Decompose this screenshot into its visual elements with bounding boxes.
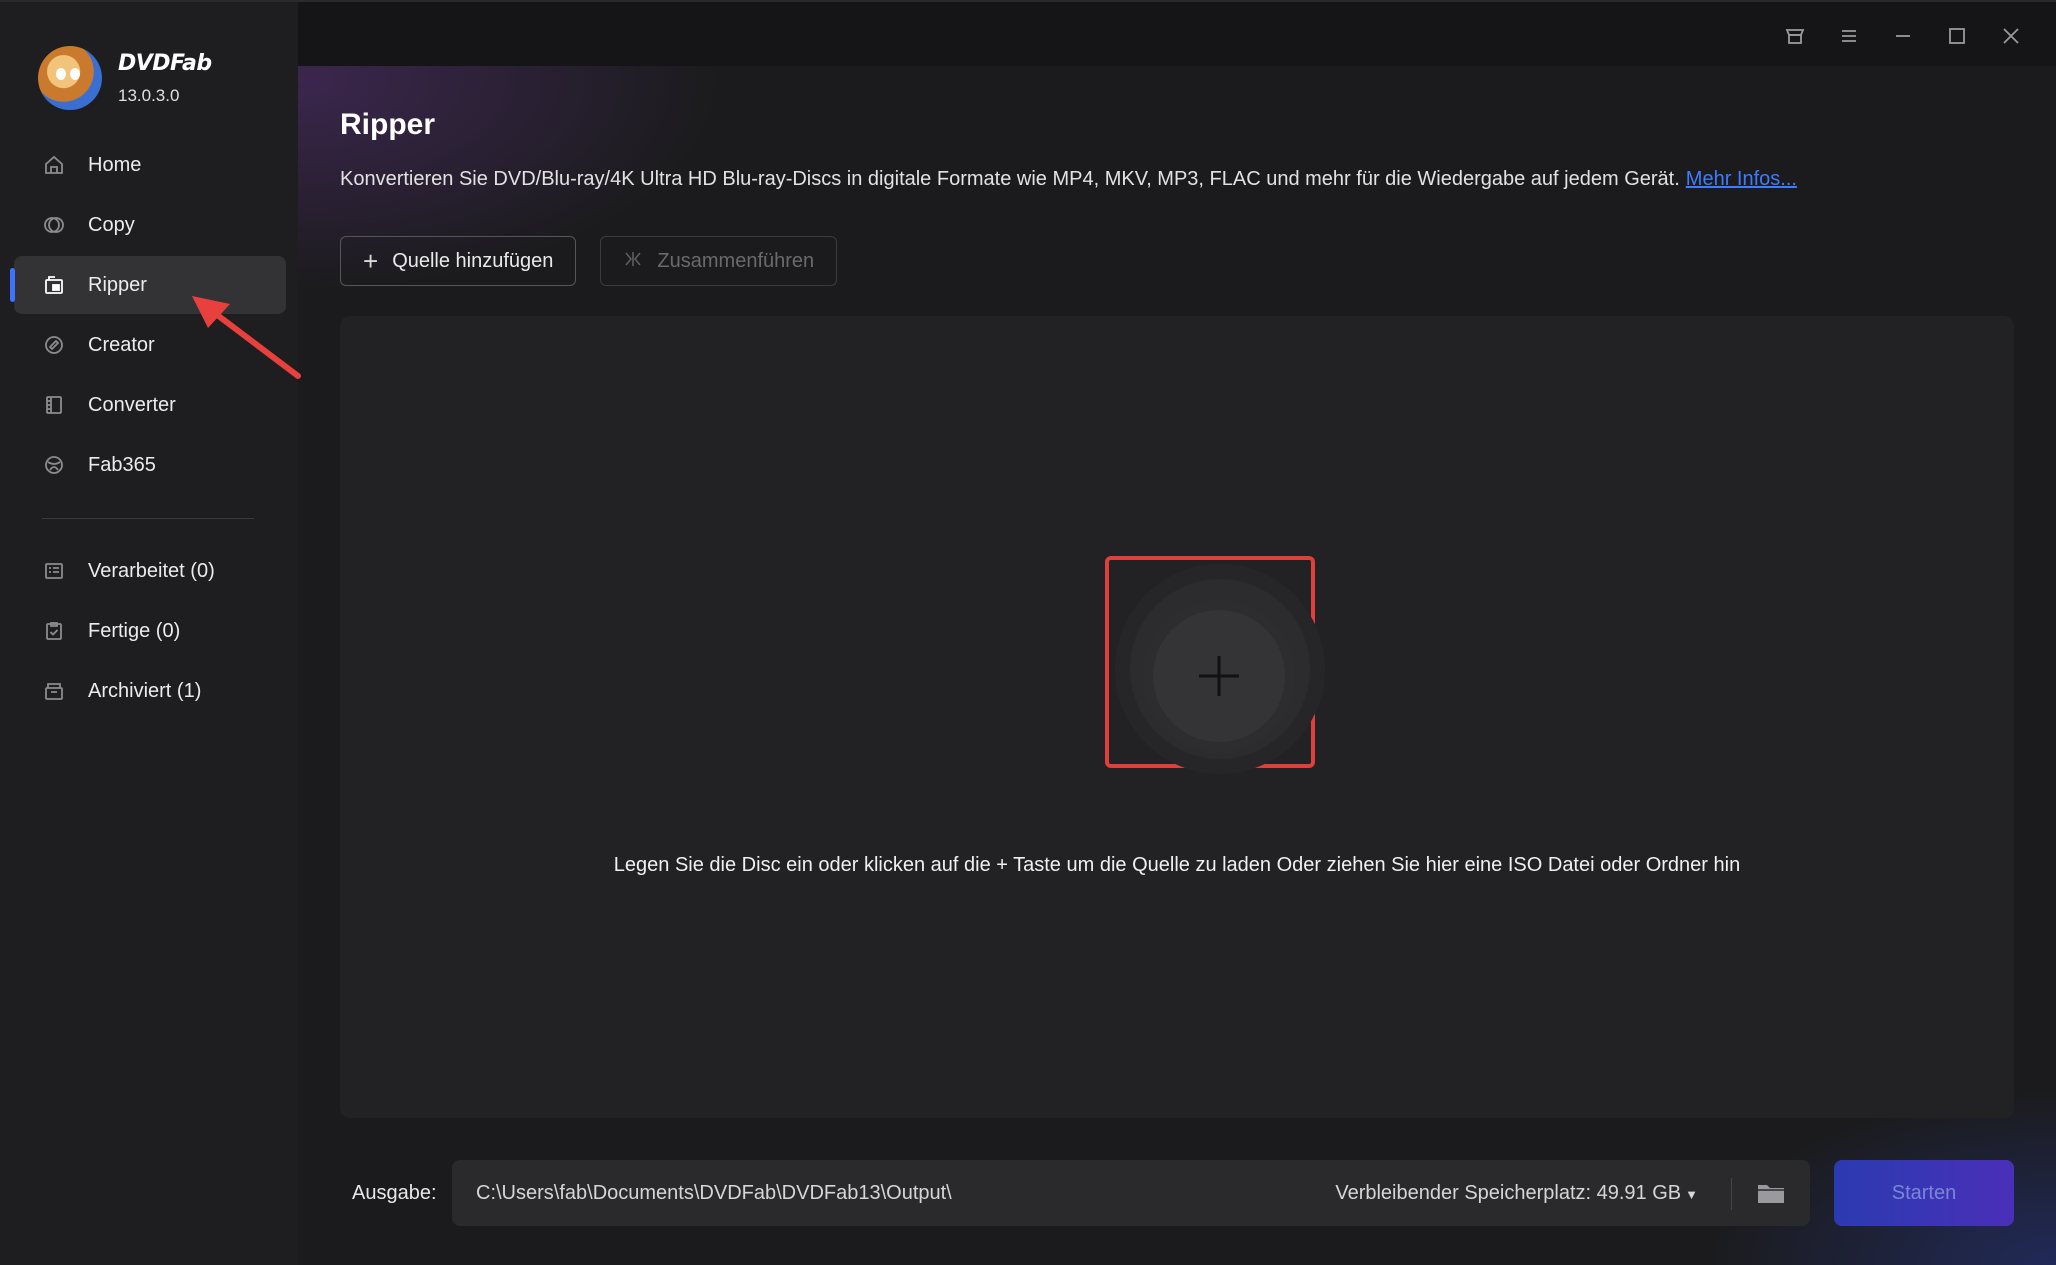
sidebar-item-processing[interactable]: Verarbeitet (0) (14, 542, 286, 600)
sidebar-item-label: Fab365 (88, 453, 156, 476)
archive-icon (42, 679, 66, 703)
sidebar-item-home[interactable]: Home (14, 136, 286, 194)
merge-button[interactable]: Zusammenführen (600, 236, 838, 286)
sidebar-item-label: Ripper (88, 273, 147, 296)
brand: DVDFab 13.0.3.0 (38, 46, 212, 110)
merge-icon (623, 249, 643, 273)
more-info-link[interactable]: Mehr Infos... (1686, 168, 1797, 190)
sidebar-item-copy[interactable]: Copy (14, 196, 286, 254)
dvdfab-window: DVDFab 13.0.3.0 Home Copy Ripper Creator… (0, 0, 2056, 1265)
sidebar-item-archived[interactable]: Archiviert (1) (14, 662, 286, 720)
home-icon (42, 153, 66, 177)
shop-icon[interactable] (1768, 16, 1822, 56)
dvdfab-logo-icon (38, 46, 102, 110)
drop-zone[interactable]: Legen Sie die Disc ein oder klicken auf … (340, 316, 2014, 1118)
toolbar: + Quelle hinzufügen Zusammenführen (340, 236, 838, 286)
plus-icon (1199, 656, 1239, 696)
remaining-space-dropdown[interactable]: Verbleibender Speicherplatz: 49.91 GB ▼ (1335, 1182, 1698, 1205)
main-nav: Home Copy Ripper Creator Converter Fab36… (10, 136, 286, 496)
main-panel: Ripper Konvertieren Sie DVD/Blu-ray/4K U… (298, 0, 2056, 1265)
queue-nav: Verarbeitet (0) Fertige (0) Archiviert (… (14, 542, 286, 722)
add-source-plus-button[interactable] (1153, 610, 1285, 742)
plus-icon: + (363, 246, 379, 276)
output-bar: Ausgabe: C:\Users\fab\Documents\DVDFab\D… (298, 1160, 2056, 1226)
page-description: Konvertieren Sie DVD/Blu-ray/4K Ultra HD… (340, 168, 1797, 191)
ripper-icon (42, 273, 66, 297)
sidebar-item-label: Copy (88, 213, 135, 236)
output-path-field[interactable]: C:\Users\fab\Documents\DVDFab\DVDFab13\O… (452, 1160, 1810, 1226)
sidebar-item-finished[interactable]: Fertige (0) (14, 602, 286, 660)
sidebar-item-label: Home (88, 153, 142, 176)
creator-icon (42, 333, 66, 357)
drop-hint: Legen Sie die Disc ein oder klicken auf … (613, 854, 1741, 876)
sidebar-item-label: Verarbeitet (0) (88, 559, 215, 582)
fab365-icon (42, 453, 66, 477)
start-button[interactable]: Starten (1834, 1160, 2014, 1226)
close-icon[interactable] (1984, 16, 2038, 56)
window-controls (1768, 16, 2038, 56)
sidebar-item-label: Converter (88, 393, 176, 416)
title-bar (298, 0, 2056, 66)
menu-icon[interactable] (1822, 16, 1876, 56)
app-version: 13.0.3.0 (118, 85, 180, 105)
sidebar-item-converter[interactable]: Converter (14, 376, 286, 434)
output-path: C:\Users\fab\Documents\DVDFab\DVDFab13\O… (476, 1182, 952, 1204)
add-source-highlight (1105, 556, 1325, 774)
caret-down-icon: ▼ (1685, 1187, 1698, 1202)
add-source-button[interactable]: + Quelle hinzufügen (340, 236, 577, 286)
add-source-label: Quelle hinzufügen (392, 249, 554, 272)
sidebar: DVDFab 13.0.3.0 Home Copy Ripper Creator… (0, 0, 298, 1265)
page-title: Ripper (340, 108, 436, 141)
merge-label: Zusammenführen (657, 249, 815, 272)
brand-name: DVDFab (118, 50, 212, 76)
sidebar-item-label: Creator (88, 333, 155, 356)
converter-icon (42, 393, 66, 417)
output-label: Ausgabe: (352, 1182, 437, 1204)
sidebar-item-label: Archiviert (1) (88, 679, 202, 702)
sidebar-item-creator[interactable]: Creator (14, 316, 286, 374)
sidebar-item-fab365[interactable]: Fab365 (14, 436, 286, 494)
description-text: Konvertieren Sie DVD/Blu-ray/4K Ultra HD… (340, 168, 1680, 190)
sidebar-divider (42, 518, 254, 519)
sidebar-item-ripper[interactable]: Ripper (10, 256, 286, 314)
finished-icon (42, 619, 66, 643)
sidebar-item-label: Fertige (0) (88, 619, 181, 642)
copy-icon (42, 213, 66, 237)
separator (1731, 1178, 1732, 1210)
processing-icon (42, 559, 66, 583)
remaining-space-text: Verbleibender Speicherplatz: 49.91 GB (1335, 1182, 1682, 1204)
minimize-icon[interactable] (1876, 16, 1930, 56)
folder-icon[interactable] (1754, 1176, 1788, 1210)
maximize-icon[interactable] (1930, 16, 1984, 56)
